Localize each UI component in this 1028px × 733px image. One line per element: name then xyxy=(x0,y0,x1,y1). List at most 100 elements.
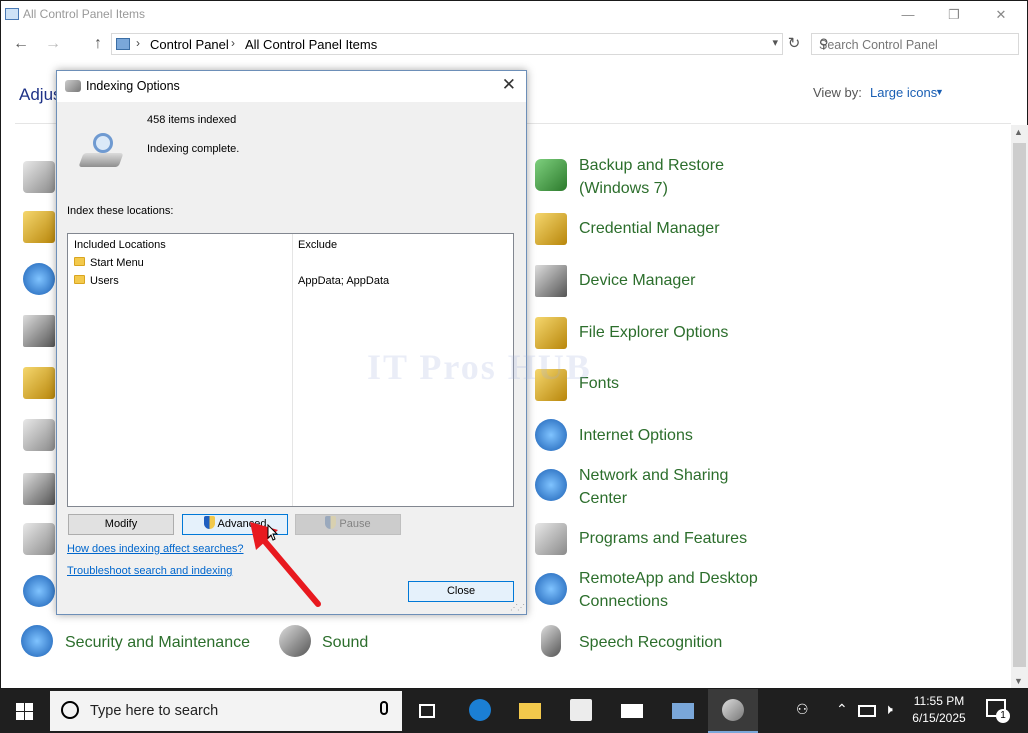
scroll-up-icon[interactable]: ▲ xyxy=(1014,127,1023,137)
device-manager-icon[interactable] xyxy=(535,265,567,297)
address-bar[interactable]: › Control Panel › All Control Panel Item… xyxy=(111,33,783,55)
keyboard-icon[interactable] xyxy=(23,473,55,505)
network-disconnected-icon[interactable] xyxy=(858,705,876,717)
globe-icon[interactable] xyxy=(535,419,567,451)
item-credential-manager[interactable]: Credential Manager xyxy=(579,217,720,240)
taskbar: Type here to search ⚇ ⌃ 🕨 11:55 PM 6/15/… xyxy=(0,689,1028,733)
column-exclude[interactable]: Exclude xyxy=(298,239,337,251)
minimize-button[interactable]: — xyxy=(885,1,931,29)
taskbar-search-placeholder: Type here to search xyxy=(90,703,219,719)
scrollbar-thumb[interactable] xyxy=(1013,143,1026,667)
item-sound[interactable]: Sound xyxy=(322,631,368,654)
edge-button[interactable] xyxy=(455,689,505,733)
back-button[interactable]: ← xyxy=(10,34,32,54)
indexing-drive-icon xyxy=(78,133,124,169)
notification-badge: 1 xyxy=(996,709,1010,723)
column-included[interactable]: Included Locations xyxy=(74,239,166,251)
title-bar: All Control Panel Items — ❐ ✕ xyxy=(1,1,1027,29)
dialog-title-bar: Indexing Options ✕ xyxy=(57,71,526,102)
microphone-icon[interactable] xyxy=(541,625,561,657)
breadcrumb-control-panel[interactable]: Control Panel xyxy=(150,37,229,52)
mouse-cursor-icon xyxy=(267,524,279,541)
location-users[interactable]: Users xyxy=(90,275,119,287)
file-explorer-button[interactable] xyxy=(505,689,555,733)
volume-muted-icon[interactable]: 🕨 xyxy=(884,701,893,718)
item-device-manager[interactable]: Device Manager xyxy=(579,269,696,292)
items-indexed-count: 458 items indexed xyxy=(147,114,237,126)
breadcrumb-separator: › xyxy=(231,36,235,50)
folder-options-icon[interactable] xyxy=(535,317,567,349)
phone-modem-icon[interactable] xyxy=(23,523,55,555)
task-view-button[interactable] xyxy=(402,689,452,733)
edge-icon xyxy=(469,699,491,721)
breadcrumb-all-items[interactable]: All Control Panel Items xyxy=(245,37,377,52)
maximize-button[interactable]: ❐ xyxy=(931,1,977,29)
indexing-options-icon[interactable] xyxy=(23,419,55,451)
recovery-icon[interactable] xyxy=(23,575,55,607)
scroll-down-icon[interactable]: ▼ xyxy=(1014,676,1023,686)
taskbar-search-box[interactable]: Type here to search xyxy=(50,691,402,731)
breadcrumb-separator: › xyxy=(136,36,140,50)
credential-icon[interactable] xyxy=(535,213,567,245)
location-start-menu[interactable]: Start Menu xyxy=(90,257,144,269)
dialog-close-icon[interactable]: ✕ xyxy=(502,75,516,95)
admin-tools-icon[interactable] xyxy=(23,161,55,193)
folder-icon xyxy=(74,257,85,266)
chevron-down-icon[interactable]: ▼ xyxy=(935,87,944,97)
devices-printers-icon[interactable] xyxy=(23,315,55,347)
control-panel-taskbar-button[interactable] xyxy=(658,689,708,733)
chevron-up-icon[interactable]: ⌃ xyxy=(836,701,848,718)
people-icon[interactable]: ⚇ xyxy=(796,701,809,718)
network-icon[interactable] xyxy=(535,469,567,501)
system-clock[interactable]: 11:55 PM 6/15/2025 xyxy=(908,693,970,727)
window-title: All Control Panel Items xyxy=(23,7,146,21)
control-panel-icon xyxy=(5,8,19,20)
date-time-icon[interactable] xyxy=(23,263,55,295)
mail-button[interactable] xyxy=(607,689,657,733)
item-backup-restore[interactable]: Backup and Restore (Windows 7) xyxy=(579,154,779,200)
up-button[interactable]: ↑ xyxy=(87,34,109,54)
clock-time: 11:55 PM xyxy=(913,694,965,708)
refresh-icon[interactable]: ↻ xyxy=(785,34,803,54)
chevron-down-icon[interactable]: ▾ xyxy=(772,36,778,49)
programs-icon[interactable] xyxy=(535,523,567,555)
dialog-title: Indexing Options xyxy=(86,79,180,93)
speaker-icon[interactable] xyxy=(279,625,311,657)
dialog-close-button[interactable]: Close xyxy=(408,581,514,602)
control-panel-icon xyxy=(116,38,130,50)
troubleshoot-link[interactable]: Troubleshoot search and indexing xyxy=(67,565,232,577)
close-button[interactable]: ✕ xyxy=(978,1,1024,29)
store-icon xyxy=(570,699,592,721)
flag-icon[interactable] xyxy=(21,625,53,657)
start-button[interactable] xyxy=(0,689,48,733)
item-remoteapp[interactable]: RemoteApp and Desktop Connections xyxy=(579,567,779,613)
vertical-scrollbar[interactable]: ▲ ▼ xyxy=(1011,125,1028,688)
item-programs-features[interactable]: Programs and Features xyxy=(579,527,747,550)
item-speech-recognition[interactable]: Speech Recognition xyxy=(579,631,722,654)
column-divider xyxy=(292,234,293,506)
microphone-icon[interactable] xyxy=(380,701,388,715)
locations-label: Index these locations: xyxy=(67,205,174,217)
item-security-maintenance[interactable]: Security and Maintenance xyxy=(65,631,250,654)
file-history-icon[interactable] xyxy=(23,367,55,399)
item-internet-options[interactable]: Internet Options xyxy=(579,424,693,447)
item-network-sharing[interactable]: Network and Sharing Center xyxy=(579,464,749,510)
indexing-options-taskbar-button[interactable] xyxy=(708,689,758,733)
store-button[interactable] xyxy=(556,689,606,733)
search-icon: ⚲ xyxy=(819,36,829,51)
search-input[interactable]: Search Control Panel ⚲ xyxy=(811,33,1019,55)
uac-shield-icon xyxy=(325,516,337,529)
resize-grip-icon[interactable]: ⋰⋰ xyxy=(510,603,525,612)
modify-button[interactable]: Modify xyxy=(68,514,174,535)
uac-shield-icon xyxy=(203,516,215,529)
indexing-affect-link[interactable]: How does indexing affect searches? xyxy=(67,543,244,555)
control-panel-icon xyxy=(672,703,694,719)
backup-icon[interactable] xyxy=(535,159,567,191)
item-file-explorer-options[interactable]: File Explorer Options xyxy=(579,321,728,344)
cortana-icon xyxy=(61,701,79,719)
view-by-dropdown[interactable]: Large icons xyxy=(870,85,937,100)
clock-date: 6/15/2025 xyxy=(912,711,966,725)
remoteapp-icon[interactable] xyxy=(535,573,567,605)
forward-button[interactable]: → xyxy=(42,34,64,54)
keys-icon[interactable] xyxy=(23,211,55,243)
